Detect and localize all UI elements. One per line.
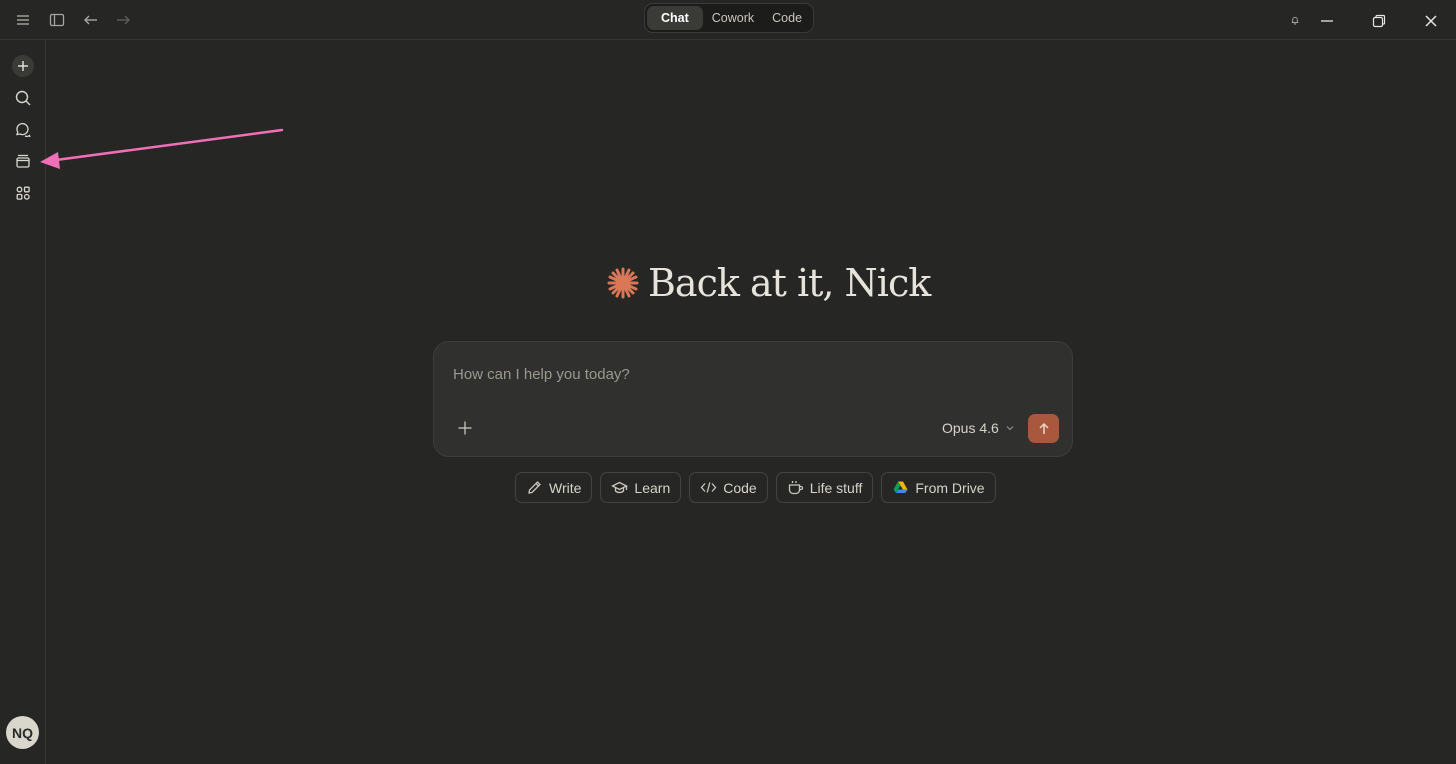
chip-label: Life stuff <box>809 479 863 496</box>
sidebar: NQ <box>0 40 46 764</box>
title-bar: Chat Cowork Code <box>0 0 1456 40</box>
pencil-icon <box>528 481 541 494</box>
coffee-cup-icon <box>788 481 803 495</box>
new-chat-button[interactable] <box>12 55 34 77</box>
chip-label: Write <box>549 479 582 496</box>
chip-life-stuff[interactable]: Life stuff <box>775 472 874 503</box>
avatar[interactable]: NQ <box>6 716 39 749</box>
google-drive-icon <box>893 481 908 493</box>
claude-spark-icon <box>607 267 639 299</box>
chip-write[interactable]: Write <box>515 472 593 503</box>
mode-switcher: Chat Cowork Code <box>644 3 814 33</box>
menu-icon[interactable] <box>11 8 35 32</box>
notification-bell-icon[interactable] <box>1286 8 1300 32</box>
chip-from-drive[interactable]: From Drive <box>881 472 996 503</box>
shapes-icon[interactable] <box>11 181 35 205</box>
tab-code[interactable]: Code <box>763 6 811 30</box>
chat-bubbles-icon[interactable] <box>11 118 35 142</box>
model-selector[interactable]: Opus 4.6 <box>942 418 1015 438</box>
forward-arrow-icon[interactable] <box>111 8 135 32</box>
plus-icon <box>18 61 28 71</box>
composer: Opus 4.6 <box>433 341 1073 457</box>
suggestion-chips: Write Learn Code Life stuff From Drive <box>515 472 996 503</box>
sidebar-toggle-icon[interactable] <box>45 8 69 32</box>
tab-chat[interactable]: Chat <box>647 6 703 30</box>
chip-label: Learn <box>634 479 671 496</box>
arrow-up-icon <box>1038 422 1049 434</box>
tab-cowork[interactable]: Cowork <box>703 6 763 30</box>
chevron-down-icon <box>1006 426 1014 431</box>
send-button[interactable] <box>1028 414 1059 443</box>
search-icon[interactable] <box>11 86 35 110</box>
back-arrow-icon[interactable] <box>79 8 103 32</box>
app-window: Chat Cowork Code NQ Back at it, Nick How… <box>0 0 1456 764</box>
chip-code[interactable]: Code <box>689 472 768 503</box>
plus-icon <box>458 421 472 435</box>
chip-label: Code <box>723 479 757 496</box>
code-icon <box>700 482 717 493</box>
archive-box-icon[interactable] <box>11 149 35 173</box>
prompt-input[interactable] <box>453 362 1053 386</box>
model-label: Opus 4.6 <box>942 420 999 436</box>
minimize-icon[interactable] <box>1314 8 1340 34</box>
close-icon[interactable] <box>1418 8 1444 34</box>
attach-button[interactable] <box>454 417 476 439</box>
graduation-cap-icon <box>611 481 629 494</box>
chip-learn[interactable]: Learn <box>600 472 682 503</box>
greeting: Back at it, Nick <box>606 258 931 308</box>
greeting-text: Back at it, Nick <box>648 261 931 305</box>
restore-icon[interactable] <box>1366 8 1392 34</box>
chip-label: From Drive <box>915 479 985 496</box>
